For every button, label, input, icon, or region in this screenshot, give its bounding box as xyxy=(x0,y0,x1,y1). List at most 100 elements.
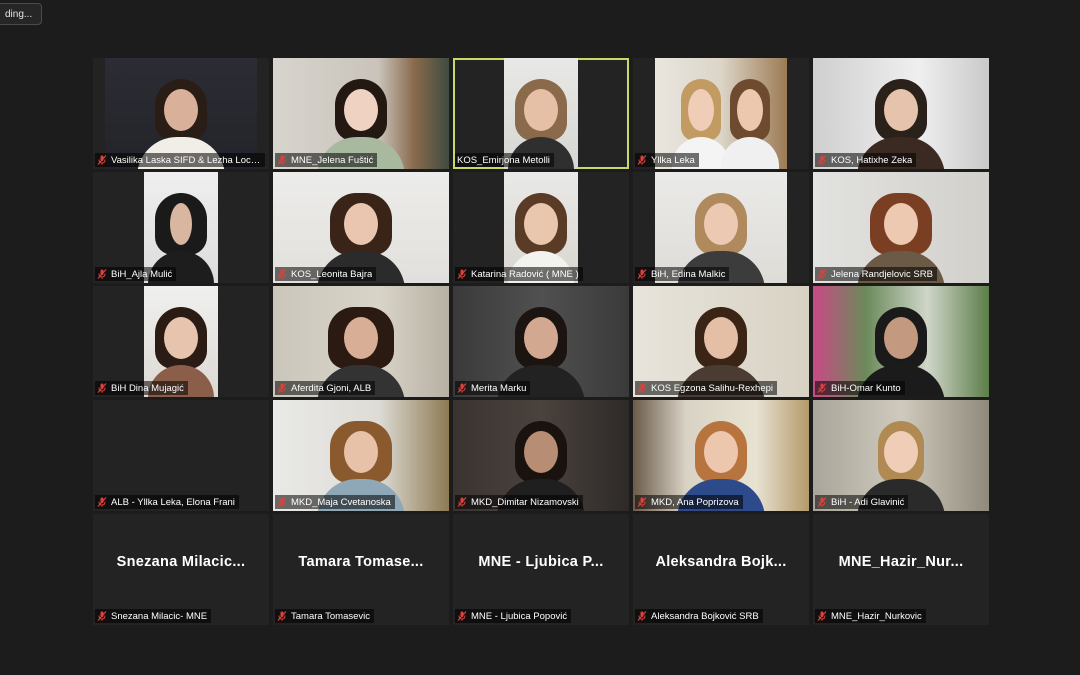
participant-tile[interactable]: BiH Dina Mujagić xyxy=(93,286,269,397)
participant-tile[interactable]: BiH - Adi Glavinić xyxy=(813,400,989,511)
gallery-view: Vasilika Laska SIFD & Lezha Local ... MN… xyxy=(93,58,989,625)
participant-name: ALB - Yllka Leka, Elona Frani xyxy=(111,496,235,508)
participant-name-label: Yllka Leka xyxy=(635,153,699,167)
muted-mic-icon xyxy=(457,497,467,507)
participant-name-label: BiH Dina Mujagić xyxy=(95,381,188,395)
participant-name: BiH Dina Mujagić xyxy=(111,382,184,394)
participant-name-label: MKD, Ana Poprizova xyxy=(635,495,743,509)
participant-name-label: BiH - Adi Glavinić xyxy=(815,495,909,509)
participant-display-name: Tamara Tomase... xyxy=(298,554,424,570)
participant-tile-active-speaker[interactable]: KOS_Emirjona Metolli xyxy=(453,58,629,169)
recording-label: ding... xyxy=(5,9,33,20)
participant-name-label: BiH, Edina Malkic xyxy=(635,267,730,281)
participant-name: Aferdita Gjoni, ALB xyxy=(291,382,372,394)
participant-name: BiH_Ajla Mulić xyxy=(111,268,173,280)
participant-name: Jelena Randjelovic SRB xyxy=(831,268,933,280)
participant-name-label: ALB - Yllka Leka, Elona Frani xyxy=(95,495,239,509)
participant-name: Vasilika Laska SIFD & Lezha Local ... xyxy=(111,154,261,166)
participant-tile[interactable]: MKD_Maja Cvetanoska xyxy=(273,400,449,511)
participant-name-label: Snezana Milacic- MNE xyxy=(95,609,212,623)
participant-display-name: Aleksandra Bojk... xyxy=(655,554,787,570)
participant-name: MNE - Ljubica Popović xyxy=(471,610,568,622)
participant-tile[interactable]: BiH-Omar Kunto xyxy=(813,286,989,397)
participant-name: Katarina Radović ( MNE ) xyxy=(471,268,579,280)
participant-display-name: Snezana Milacic... xyxy=(116,554,246,570)
participant-tile-video-off[interactable]: Snezana Milacic... Snezana Milacic- MNE xyxy=(93,514,269,625)
participant-name: KOS, Hatixhe Zeka xyxy=(831,154,913,166)
participant-display-name: MNE - Ljubica P... xyxy=(478,554,604,570)
muted-mic-icon xyxy=(817,497,827,507)
muted-mic-icon xyxy=(277,611,287,621)
participant-name-label: BiH_Ajla Mulić xyxy=(95,267,177,281)
participant-name: BiH - Adi Glavinić xyxy=(831,496,905,508)
muted-mic-icon xyxy=(277,497,287,507)
participant-tile-video-off[interactable]: Tamara Tomase... Tamara Tomasevic xyxy=(273,514,449,625)
participant-name-label: KOS_Leonita Bajra xyxy=(275,267,377,281)
participant-name-label: KOS Egzona Salihu-Rexhepi xyxy=(635,381,777,395)
participant-name-label: MNE - Ljubica Popović xyxy=(455,609,572,623)
participant-name: MNE_Jelena Fuštić xyxy=(291,154,374,166)
muted-mic-icon xyxy=(817,155,827,165)
muted-mic-icon xyxy=(817,269,827,279)
muted-mic-icon xyxy=(97,269,107,279)
participant-tile[interactable]: ALB - Yllka Leka, Elona Frani xyxy=(93,400,269,511)
participant-name-label: Tamara Tomasevic xyxy=(275,609,375,623)
muted-mic-icon xyxy=(97,383,107,393)
recording-indicator[interactable]: ding... xyxy=(0,3,42,25)
participant-tile-video-off[interactable]: MNE_Hazir_Nur... MNE_Hazir_Nurkovic xyxy=(813,514,989,625)
participant-name: KOS_Leonita Bajra xyxy=(291,268,373,280)
participant-tile[interactable]: Jelena Randjelovic SRB xyxy=(813,172,989,283)
participant-tile[interactable]: Vasilika Laska SIFD & Lezha Local ... xyxy=(93,58,269,169)
participant-tile[interactable]: BiH_Ajla Mulić xyxy=(93,172,269,283)
participant-tile[interactable]: Yllka Leka xyxy=(633,58,809,169)
participant-name-label: Merita Marku xyxy=(455,381,531,395)
participant-tile[interactable]: MKD_Dimitar Nizamovski xyxy=(453,400,629,511)
muted-mic-icon xyxy=(817,383,827,393)
participant-tile[interactable]: Katarina Radović ( MNE ) xyxy=(453,172,629,283)
participant-name: MKD, Ana Poprizova xyxy=(651,496,739,508)
muted-mic-icon xyxy=(97,611,107,621)
participant-tile[interactable]: KOS Egzona Salihu-Rexhepi xyxy=(633,286,809,397)
participant-tile[interactable]: Merita Marku xyxy=(453,286,629,397)
participant-name: BiH, Edina Malkic xyxy=(651,268,726,280)
muted-mic-icon xyxy=(457,383,467,393)
participant-name-label: MNE_Hazir_Nurkovic xyxy=(815,609,926,623)
participant-name: KOS_Emirjona Metolli xyxy=(457,154,550,166)
participant-name: MKD_Dimitar Nizamovski xyxy=(471,496,579,508)
participant-name: Yllka Leka xyxy=(651,154,695,166)
participant-name-label: KOS_Emirjona Metolli xyxy=(455,153,554,167)
muted-mic-icon xyxy=(637,155,647,165)
participant-name-label: MKD_Maja Cvetanoska xyxy=(275,495,395,509)
muted-mic-icon xyxy=(97,155,107,165)
muted-mic-icon xyxy=(637,383,647,393)
participant-name: Tamara Tomasevic xyxy=(291,610,371,622)
participant-name-label: Vasilika Laska SIFD & Lezha Local ... xyxy=(95,153,265,167)
participant-name-label: MKD_Dimitar Nizamovski xyxy=(455,495,583,509)
participant-tile[interactable]: MKD, Ana Poprizova xyxy=(633,400,809,511)
participant-name: Merita Marku xyxy=(471,382,527,394)
muted-mic-icon xyxy=(97,497,107,507)
participant-name: MKD_Maja Cvetanoska xyxy=(291,496,391,508)
muted-mic-icon xyxy=(637,497,647,507)
participant-name: KOS Egzona Salihu-Rexhepi xyxy=(651,382,773,394)
participant-tile[interactable]: KOS, Hatixhe Zeka xyxy=(813,58,989,169)
participant-tile[interactable]: Aferdita Gjoni, ALB xyxy=(273,286,449,397)
participant-name-label: Jelena Randjelovic SRB xyxy=(815,267,937,281)
muted-mic-icon xyxy=(277,269,287,279)
participant-tile[interactable]: MNE_Jelena Fuštić xyxy=(273,58,449,169)
participant-tile-video-off[interactable]: Aleksandra Bojk... Aleksandra Bojković S… xyxy=(633,514,809,625)
muted-mic-icon xyxy=(277,155,287,165)
participant-name-label: KOS, Hatixhe Zeka xyxy=(815,153,917,167)
participant-tile-video-off[interactable]: MNE - Ljubica P... MNE - Ljubica Popović xyxy=(453,514,629,625)
participant-name: MNE_Hazir_Nurkovic xyxy=(831,610,922,622)
muted-mic-icon xyxy=(457,269,467,279)
participant-name: BiH-Omar Kunto xyxy=(831,382,901,394)
participant-name-label: BiH-Omar Kunto xyxy=(815,381,905,395)
participant-tile[interactable]: BiH, Edina Malkic xyxy=(633,172,809,283)
muted-mic-icon xyxy=(637,269,647,279)
participant-name-label: MNE_Jelena Fuštić xyxy=(275,153,378,167)
muted-mic-icon xyxy=(637,611,647,621)
muted-mic-icon xyxy=(457,611,467,621)
participant-name: Aleksandra Bojković SRB xyxy=(651,610,759,622)
participant-tile[interactable]: KOS_Leonita Bajra xyxy=(273,172,449,283)
